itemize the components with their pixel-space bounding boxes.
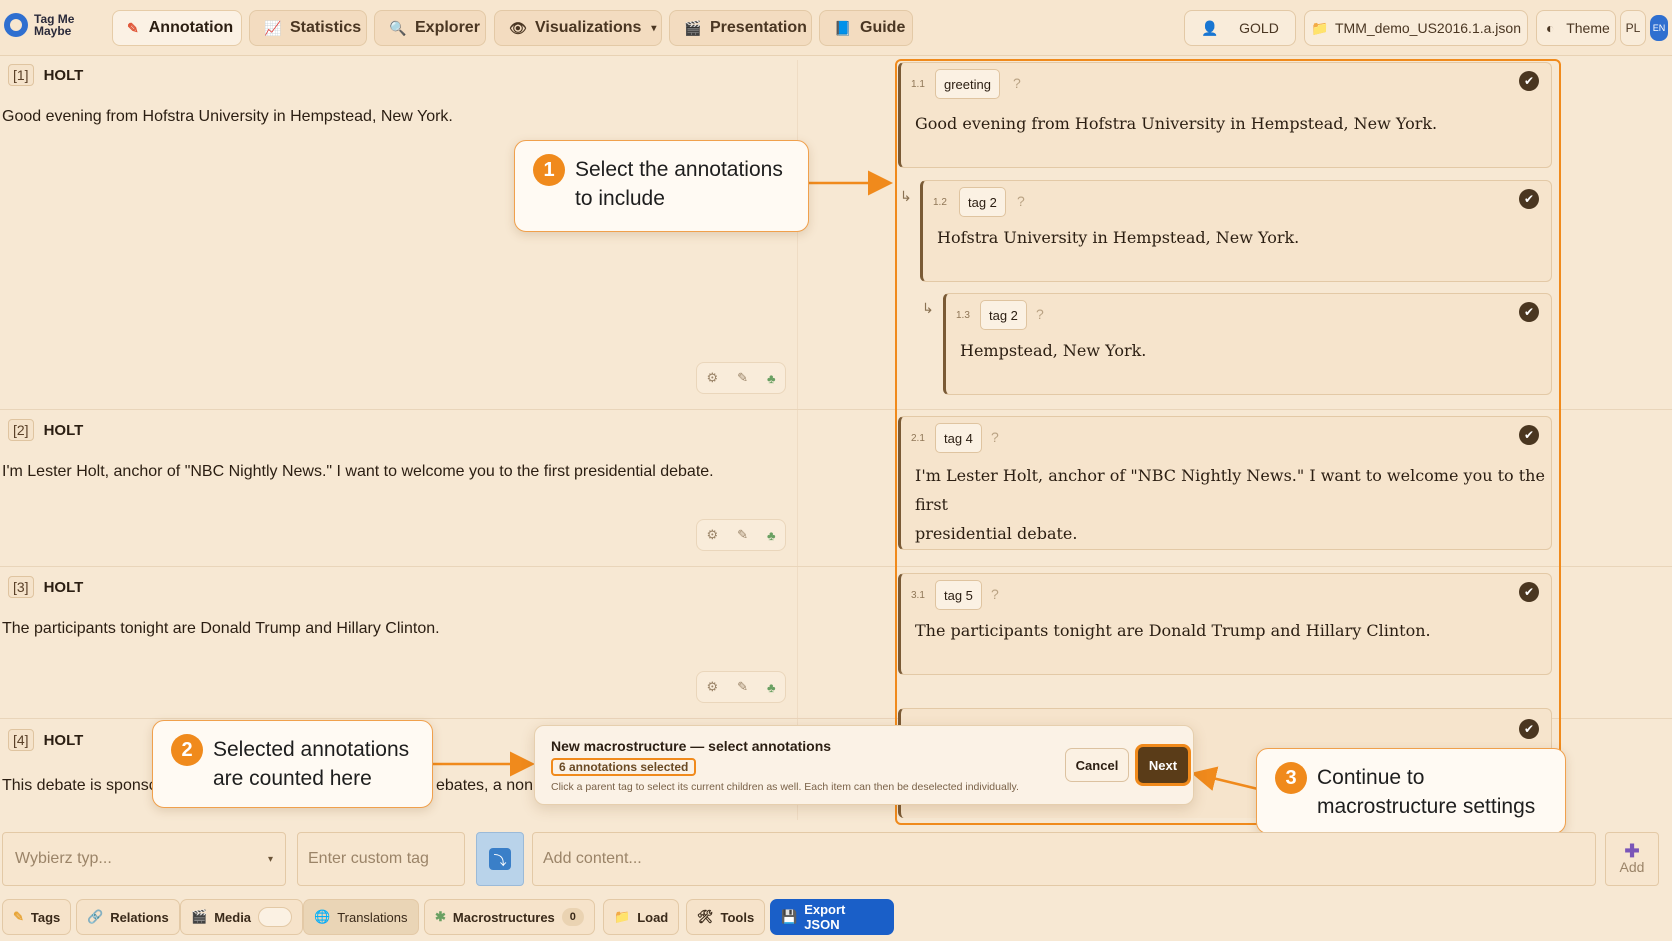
dialog-hint: Click a parent tag to select its current…: [551, 781, 1019, 793]
selected-count: 6 annotations selected: [551, 758, 697, 776]
relations-button[interactable]: 🔗 Relations: [76, 899, 180, 935]
step-badge: 2: [171, 734, 203, 766]
plus-icon: ✚: [1624, 841, 1640, 861]
callout-arrow-3: [1191, 766, 1259, 791]
puzzle-icon: ✱: [435, 909, 446, 924]
add-button[interactable]: ✚ Add: [1605, 832, 1659, 886]
globe-icon: 🌐: [314, 909, 331, 924]
media-button[interactable]: 🎬 Media: [180, 899, 304, 935]
tags-button[interactable]: ✎ Tags: [2, 899, 72, 935]
tag-icon: ✎: [13, 909, 24, 924]
step-badge: 3: [1275, 762, 1307, 794]
save-icon: 💾: [781, 909, 798, 924]
load-button[interactable]: 📁 Load: [603, 899, 680, 935]
tools-button[interactable]: 🛠 Tools: [686, 899, 766, 935]
macrostructure-dialog: New macrostructure — select annotations …: [534, 725, 1194, 805]
macrostructures-button[interactable]: ✱ Macrostructures 0: [424, 899, 595, 935]
next-button[interactable]: Next: [1135, 744, 1191, 786]
export-json-button[interactable]: 💾 Export JSON: [770, 899, 894, 935]
link-icon: 🔗: [87, 909, 104, 924]
callout-2: 2 Selected annotations are counted here: [152, 720, 433, 808]
content-input[interactable]: Add content...: [532, 832, 1596, 886]
callout-1: 1 Select the annotations to include: [514, 140, 809, 232]
wrench-icon: 🛠: [697, 909, 714, 924]
step-badge: 1: [533, 154, 565, 186]
folder-icon: 📁: [614, 909, 631, 924]
cancel-button[interactable]: Cancel: [1065, 748, 1129, 782]
macro-count-badge: 0: [561, 908, 584, 926]
insert-icon: ⤵: [489, 848, 511, 870]
translations-button[interactable]: 🌐 Translations: [303, 899, 419, 935]
callout-3: 3 Continue to macrostructure settings: [1256, 748, 1566, 834]
type-select[interactable]: Wybierz typ... ▾: [2, 832, 286, 886]
custom-tag-input[interactable]: Enter custom tag: [297, 832, 465, 886]
dialog-title: New macrostructure — select annotations: [551, 738, 832, 754]
chevron-down-icon: ▾: [267, 853, 273, 865]
media-icon: 🎬: [191, 909, 208, 924]
media-toggle[interactable]: [258, 907, 293, 927]
apply-tag-button[interactable]: ⤵: [476, 832, 524, 886]
bottom-toolbar: ✎ Tags 🔗 Relations 🎬 Media 🌐 Translations ✱ M…: [0, 896, 1672, 941]
